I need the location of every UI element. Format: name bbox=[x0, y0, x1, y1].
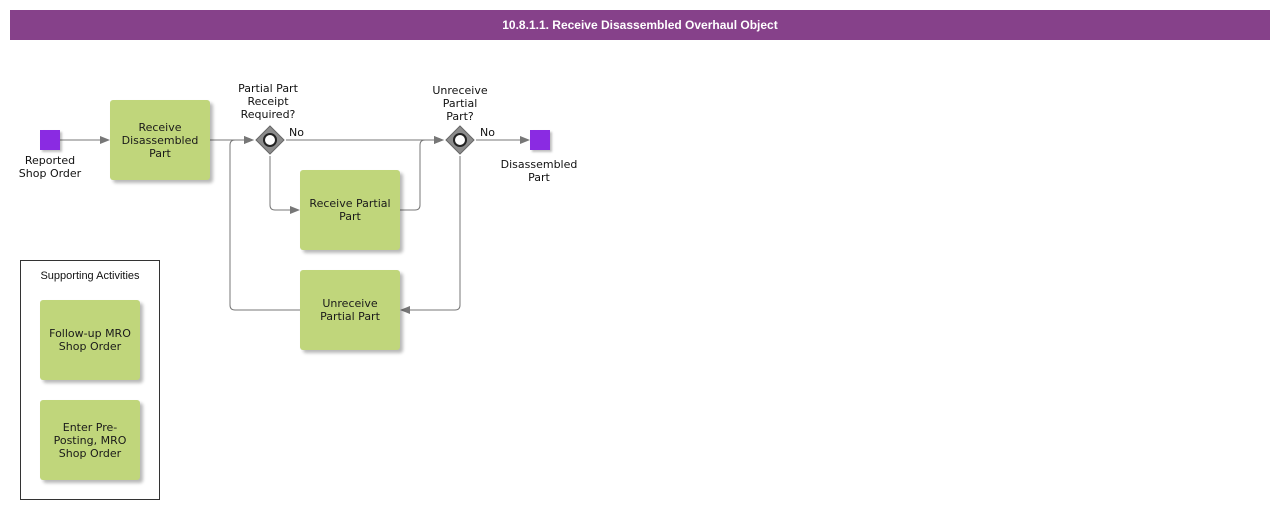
task-enter-pre-posting-label: Enter Pre- Posting, MRO Shop Order bbox=[53, 420, 127, 460]
flow-gateway2-to-unreceive-partial bbox=[400, 156, 461, 314]
task-follow-up-mro-shop-order-label: Follow-up MRO Shop Order bbox=[49, 327, 131, 353]
sequence-flows bbox=[60, 136, 530, 314]
flow-receive-partial-to-gateway2 bbox=[400, 136, 444, 211]
task-receive-partial-part[interactable]: Receive Partial Part bbox=[300, 170, 400, 250]
task-receive-disassembled-part-label: Receive Disassembled Part bbox=[121, 120, 199, 160]
task-enter-pre-posting[interactable]: Enter Pre- Posting, MRO Shop Order bbox=[40, 400, 140, 480]
start-event-label: Reported Shop Order bbox=[18, 154, 82, 180]
task-receive-disassembled-part[interactable]: Receive Disassembled Part bbox=[110, 100, 210, 180]
gateway-partial-receipt[interactable] bbox=[254, 124, 286, 156]
flow-unreceive-partial-to-gateway1 bbox=[229, 136, 300, 311]
end-event-label: Disassembled Part bbox=[500, 158, 578, 184]
task-receive-partial-part-label: Receive Partial Part bbox=[309, 197, 391, 223]
flow-gateway1-to-receive-partial bbox=[269, 156, 300, 214]
supporting-activities-title: Supporting Activities bbox=[40, 270, 140, 282]
task-follow-up-mro-shop-order[interactable]: Follow-up MRO Shop Order bbox=[40, 300, 140, 380]
gateway-unreceive-partial-no-label: No bbox=[480, 126, 495, 139]
end-event[interactable] bbox=[530, 130, 550, 150]
gateway-partial-receipt-label: Partial Part Receipt Required? bbox=[238, 82, 298, 121]
task-unreceive-partial-part[interactable]: Unreceive Partial Part bbox=[300, 270, 400, 350]
start-event[interactable] bbox=[40, 130, 60, 150]
gateway-unreceive-partial-label: Unreceive Partial Part? bbox=[432, 84, 488, 123]
gateway-partial-receipt-no-label: No bbox=[289, 126, 304, 139]
task-unreceive-partial-part-label: Unreceive Partial Part bbox=[320, 297, 380, 323]
gateway-unreceive-partial[interactable] bbox=[444, 124, 476, 156]
